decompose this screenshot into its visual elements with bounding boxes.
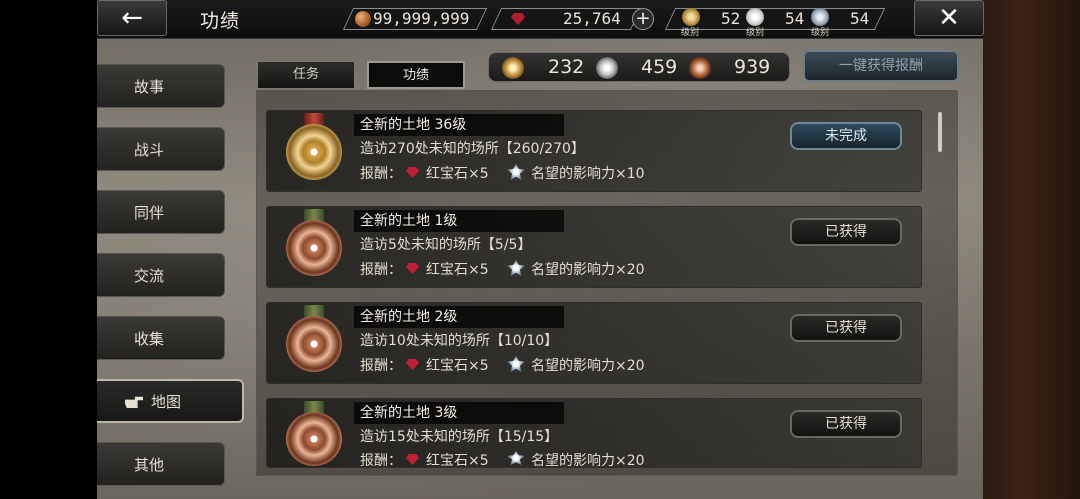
scrollbar[interactable] <box>938 112 942 152</box>
side-tab-social[interactable]: 交流 <box>97 253 225 297</box>
gold-medal-total: 232 <box>548 56 585 78</box>
side-tab-other[interactable]: 其他 <box>97 442 225 486</box>
bronze-medal-icon <box>286 412 342 466</box>
pointing-hand-icon <box>125 396 143 408</box>
rep-medal-icon <box>811 8 829 26</box>
reputation-reward: 名望的影响力×20 <box>531 358 645 374</box>
gold-medal-icon <box>286 124 342 180</box>
ruby-reward: 红宝石×5 <box>426 453 489 466</box>
reward-label: 报酬： <box>360 262 402 278</box>
reward-label: 报酬： <box>360 358 402 374</box>
bronze-medal-icon <box>689 57 711 79</box>
rep-medal-level: 54 <box>850 9 870 28</box>
tab-quests[interactable]: 任务 <box>257 61 355 89</box>
bronze-medal-icon <box>286 220 342 276</box>
level-label: 级别 <box>811 28 830 38</box>
side-tab-story[interactable]: 故事 <box>97 64 225 108</box>
achievement-title: 全新的土地 2级 <box>354 306 564 328</box>
side-tab-label: 战斗 <box>134 140 165 159</box>
silver-medal-level: 54 <box>785 9 805 28</box>
gold-medal-icon <box>502 57 524 79</box>
add-rubies-button[interactable]: + <box>632 8 654 30</box>
side-tab-label: 交流 <box>134 266 165 285</box>
back-button[interactable]: ← <box>97 0 167 36</box>
ruby-reward: 红宝石×5 <box>426 358 489 374</box>
tab-achievements[interactable]: 功绩 <box>367 61 465 89</box>
side-tab-companions[interactable]: 同伴 <box>97 190 225 234</box>
side-tab-map[interactable]: 地图 <box>97 379 244 423</box>
achievement-description: 造访15处未知的场所【15/15】 <box>360 429 559 445</box>
side-tab-label: 地图 <box>151 392 182 411</box>
bronze-medal-icon <box>286 316 342 372</box>
ruby-amount: 25,764 <box>563 9 621 28</box>
reputation-reward: 名望的影响力×20 <box>531 453 645 466</box>
level-label: 级别 <box>746 28 765 38</box>
status-button[interactable]: 已获得 <box>790 314 902 342</box>
side-tab-label: 故事 <box>134 77 165 96</box>
side-tab-battle[interactable]: 战斗 <box>97 127 225 171</box>
side-tab-label: 同伴 <box>134 203 165 222</box>
achievement-title: 全新的土地 1级 <box>354 210 564 232</box>
reputation-reward: 名望的影响力×20 <box>531 262 645 278</box>
close-button[interactable]: ✕ <box>914 0 984 36</box>
side-tab-label: 收集 <box>134 329 165 348</box>
status-button[interactable]: 已获得 <box>790 410 902 438</box>
side-tab-collection[interactable]: 收集 <box>97 316 225 360</box>
reward-label: 报酬： <box>360 166 402 182</box>
reputation-reward: 名望的影响力×10 <box>531 166 645 182</box>
gold-coin-icon <box>355 11 371 27</box>
reward-label: 报酬： <box>360 453 402 466</box>
side-tab-label: 其他 <box>134 455 165 474</box>
back-arrow-icon: ← <box>121 3 143 33</box>
silver-medal-icon <box>596 57 618 79</box>
silver-medal-total: 459 <box>641 56 678 78</box>
gold-amount: 99,999,999 <box>373 9 470 28</box>
level-label: 级别 <box>681 28 700 38</box>
achievement-description: 造访5处未知的场所【5/5】 <box>360 237 532 253</box>
status-button[interactable]: 已获得 <box>790 218 902 246</box>
page-title: 功绩 <box>200 10 241 32</box>
close-icon: ✕ <box>938 3 960 33</box>
achievement-description: 造访270处未知的场所【260/270】 <box>360 141 585 157</box>
gold-medal-icon <box>682 8 700 26</box>
left-letterbox <box>0 0 97 499</box>
ruby-reward: 红宝石×5 <box>426 166 489 182</box>
achievement-title: 全新的土地 36级 <box>354 114 564 136</box>
achievement-title: 全新的土地 3级 <box>354 402 564 424</box>
silver-medal-icon <box>746 8 764 26</box>
claim-all-rewards-button[interactable]: 一键获得报酬 <box>803 50 959 82</box>
plus-icon: + <box>635 8 651 29</box>
ruby-reward: 红宝石×5 <box>426 262 489 278</box>
achievement-description: 造访10处未知的场所【10/10】 <box>360 333 559 349</box>
gold-medal-level: 52 <box>721 9 741 28</box>
right-frame <box>983 0 1080 499</box>
bronze-medal-total: 939 <box>734 56 771 78</box>
status-button[interactable]: 未完成 <box>790 122 902 150</box>
